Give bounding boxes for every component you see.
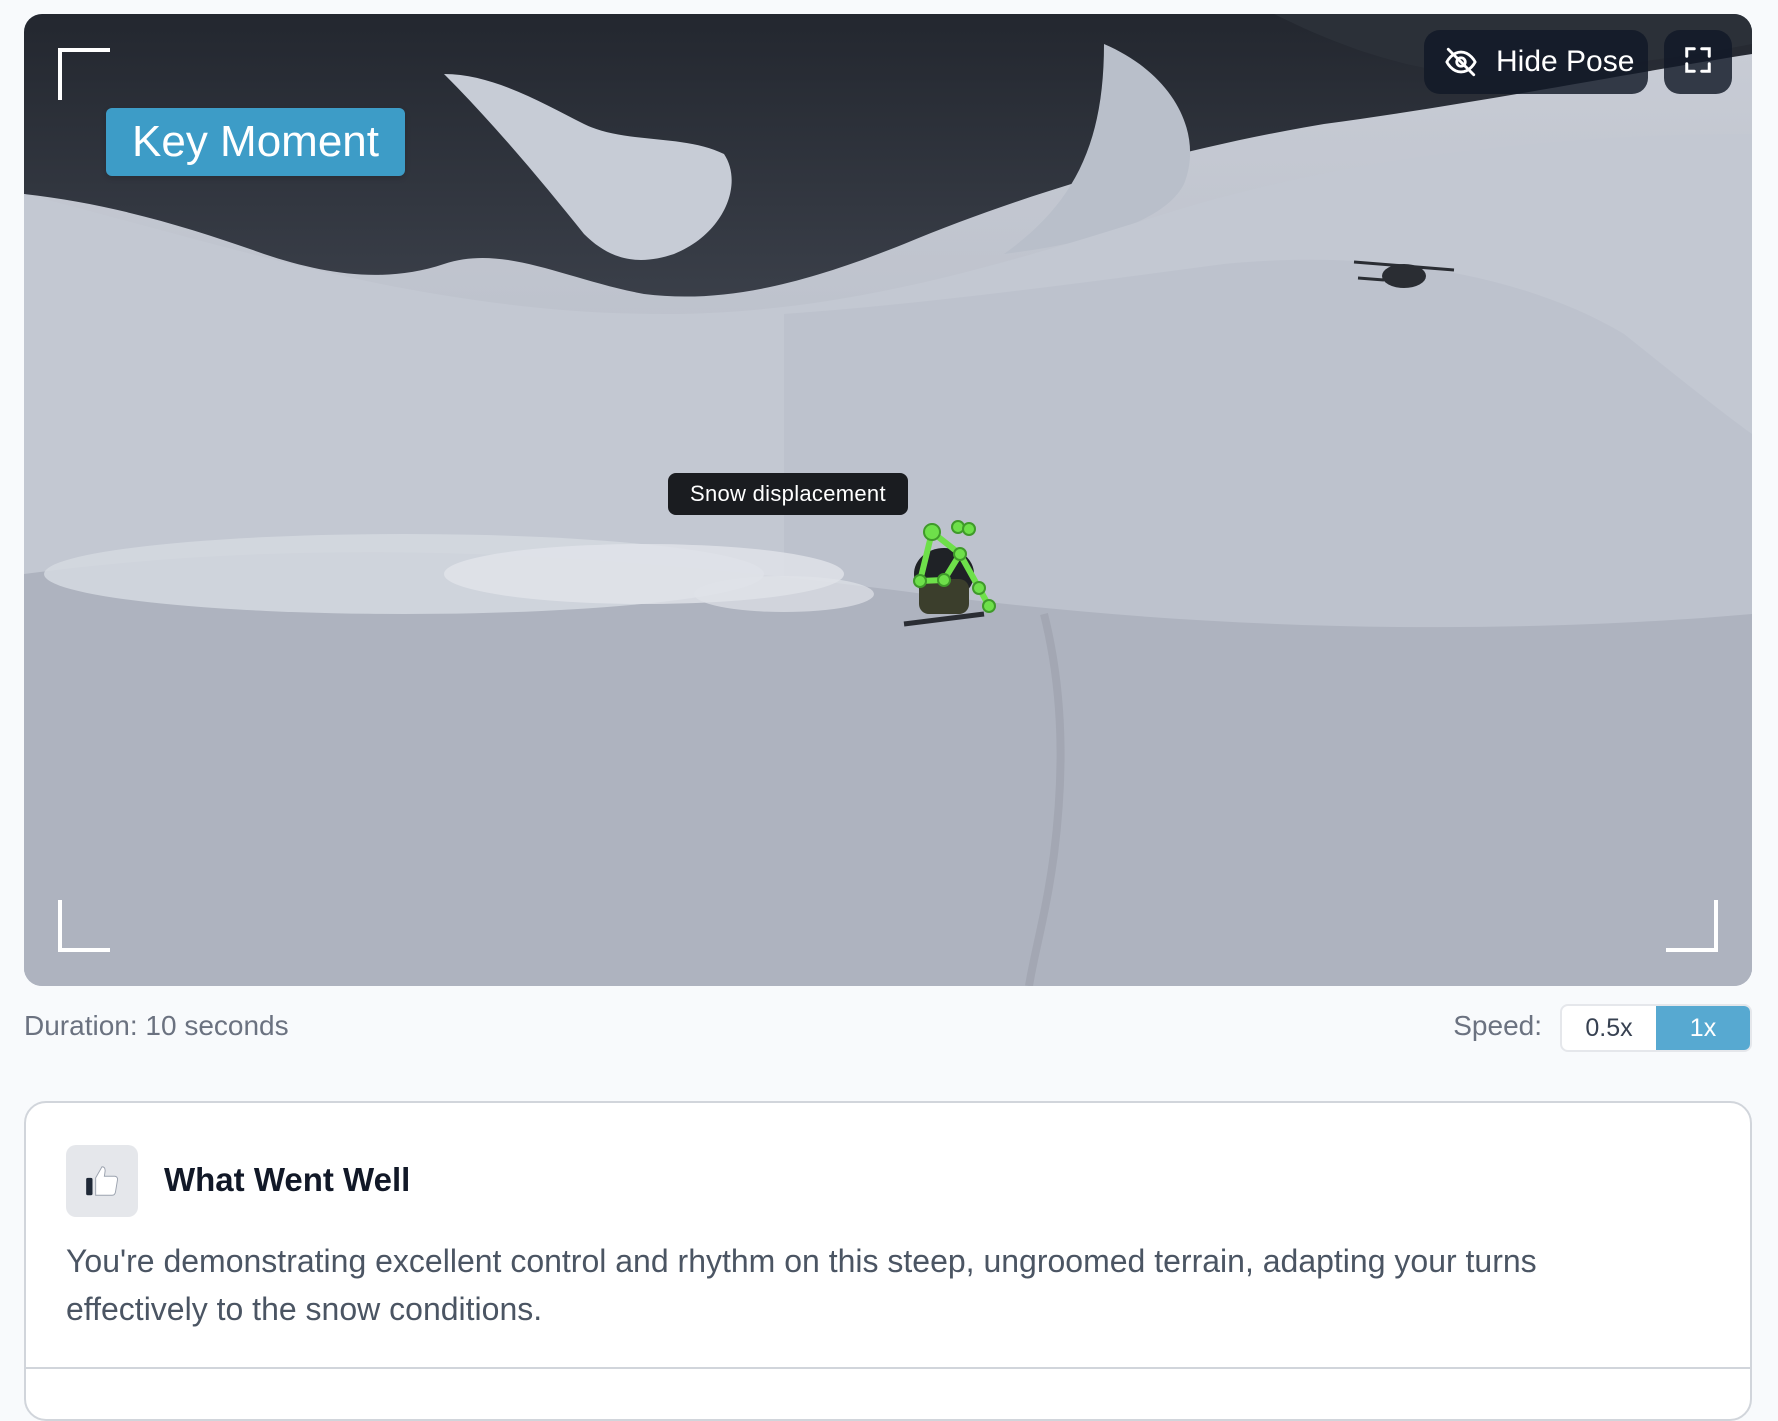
feedback-body: You're demonstrating excellent control a… <box>66 1243 1537 1327</box>
frame-corner-bottom-right <box>1666 900 1718 952</box>
frame-corner-bottom-left <box>58 900 110 952</box>
fullscreen-icon <box>1683 45 1713 80</box>
fullscreen-button[interactable] <box>1664 30 1732 94</box>
speed-option-0-5x[interactable]: 0.5x <box>1562 1006 1656 1050</box>
video-player[interactable]: Key Moment Hide Pose Snow displacement <box>24 14 1752 986</box>
snow-displacement-tooltip: Snow displacement <box>668 473 908 515</box>
speed-option-1x[interactable]: 1x <box>1656 1006 1750 1050</box>
feedback-card: What Went Well You're demonstrating exce… <box>24 1101 1752 1421</box>
thumbs-up-icon <box>66 1145 138 1217</box>
hide-pose-button[interactable]: Hide Pose <box>1424 30 1648 94</box>
speed-selector: 0.5x 1x <box>1560 1004 1752 1052</box>
duration-text: Duration: 10 seconds <box>24 1010 289 1041</box>
card-divider <box>26 1367 1750 1369</box>
playback-controls: Duration: 10 seconds Speed: 0.5x 1x <box>24 994 1752 1064</box>
speed-label: Speed: <box>1453 1010 1542 1041</box>
feedback-title: What Went Well <box>164 1161 411 1198</box>
eye-off-icon <box>1444 45 1478 79</box>
key-moment-badge: Key Moment <box>106 108 405 176</box>
frame-corner-top-left <box>58 48 110 100</box>
hide-pose-label: Hide Pose <box>1496 45 1635 78</box>
